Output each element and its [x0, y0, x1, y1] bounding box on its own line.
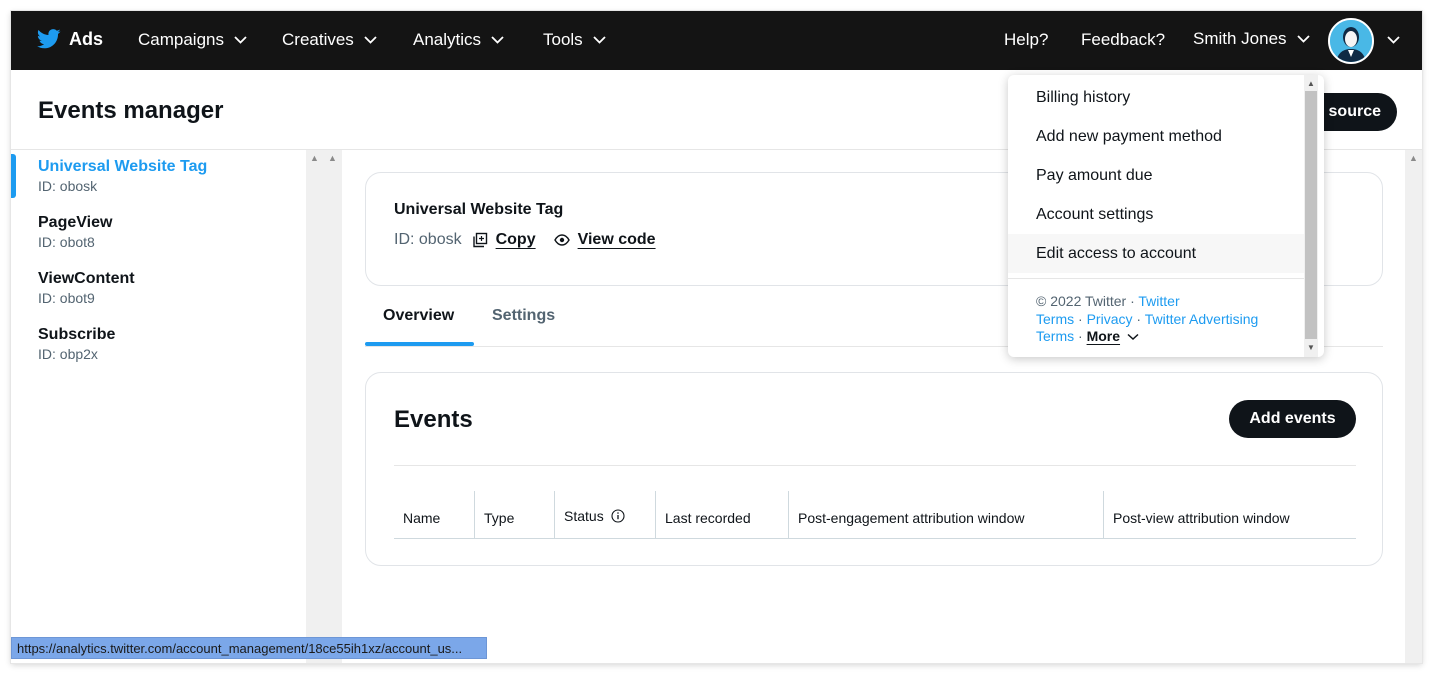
menu-footer: © 2022 Twitter · Twitter Terms · Privacy …: [1036, 293, 1301, 346]
column-header-status[interactable]: Status: [554, 491, 655, 539]
nav-campaigns[interactable]: Campaigns: [138, 30, 247, 50]
sidebar-item-pageview[interactable]: PageView ID: obot8: [38, 214, 112, 250]
sidebar-item-title: ViewContent: [38, 270, 135, 287]
brand[interactable]: Ads: [37, 28, 103, 50]
tab-settings[interactable]: Settings: [492, 307, 555, 325]
menu-item-account-settings[interactable]: Account settings: [1008, 195, 1304, 234]
separator-dot: ·: [1078, 310, 1083, 327]
avatar[interactable]: [1328, 18, 1374, 64]
column-header-post-engagement[interactable]: Post-engagement attribution window: [788, 491, 1103, 539]
twitter-terms-link-part1: Twitter: [1138, 293, 1180, 309]
chevron-down-icon: [1296, 35, 1310, 43]
add-events-button[interactable]: Add events: [1229, 400, 1356, 438]
tag-title: Universal Website Tag: [394, 201, 564, 218]
feedback-link[interactable]: Feedback?: [1081, 30, 1165, 50]
sidebar-item-id: ID: obosk: [38, 178, 98, 194]
active-tab-indicator: [365, 342, 474, 346]
chevron-down-icon: [491, 36, 504, 44]
sidebar-item-id: ID: obot9: [38, 290, 95, 306]
column-header-type[interactable]: Type: [474, 491, 554, 539]
events-title: Events: [394, 406, 473, 433]
column-header-post-view[interactable]: Post-view attribution window: [1103, 491, 1356, 539]
more-link[interactable]: More: [1087, 328, 1120, 344]
tag-id-row: ID: obosk Copy View code: [394, 231, 656, 249]
chevron-down-icon: [364, 36, 377, 44]
nav-creatives[interactable]: Creatives: [282, 30, 377, 50]
tab-overview[interactable]: Overview: [383, 307, 454, 325]
chevron-down-icon[interactable]: [1387, 36, 1400, 44]
nav-tools[interactable]: Tools: [543, 30, 606, 50]
sidebar-item-universal-website-tag[interactable]: Universal Website Tag ID: obosk: [38, 158, 207, 194]
menu-item-pay-amount-due[interactable]: Pay amount due: [1008, 156, 1304, 195]
menu-item-edit-access[interactable]: Edit access to account: [1008, 234, 1304, 273]
menu-item-billing-history[interactable]: Billing history: [1008, 78, 1304, 117]
help-link[interactable]: Help?: [1004, 30, 1048, 50]
user-avatar-icon: [1330, 20, 1372, 62]
account-dropdown-menu: Billing history Add new payment method P…: [1008, 75, 1324, 357]
nav-campaigns-label: Campaigns: [138, 30, 224, 49]
info-icon[interactable]: [611, 509, 625, 523]
page-title: Events manager: [38, 97, 224, 124]
column-header-last-recorded[interactable]: Last recorded: [655, 491, 788, 539]
twitter-bird-icon: [37, 29, 61, 49]
chevron-down-icon[interactable]: [1127, 333, 1139, 341]
sidebar-item-viewcontent[interactable]: ViewContent ID: obot9: [38, 270, 135, 306]
column-header-status-label: Status: [564, 508, 604, 524]
events-table-header: Name Type Status Last recorded Post-enga…: [394, 491, 1356, 539]
scroll-down-icon[interactable]: ▼: [1307, 343, 1315, 352]
sidebar-scrollbar[interactable]: ▲: [306, 150, 324, 663]
brand-label: Ads: [69, 28, 104, 49]
app-window: Ads Campaigns Creatives Analytics Tools …: [11, 11, 1422, 663]
events-card: Events Add events Name Type Status Last …: [365, 372, 1383, 566]
nav-tools-label: Tools: [543, 30, 583, 49]
advertising-terms-link-part1: Twitter Advertising: [1144, 310, 1259, 327]
scroll-up-icon[interactable]: ▲: [1307, 79, 1315, 88]
menu-divider: [1008, 278, 1304, 279]
chevron-down-icon: [234, 36, 247, 44]
privacy-link[interactable]: Privacy: [1087, 311, 1133, 327]
browser-status-bar: https://analytics.twitter.com/account_ma…: [11, 637, 487, 659]
main-scrollbar[interactable]: ▲: [1405, 150, 1422, 663]
separator-dot: ·: [1136, 310, 1142, 327]
main-left-scrollbar[interactable]: ▲: [324, 150, 342, 663]
copy-link[interactable]: Copy: [496, 231, 536, 249]
advertising-terms-link-part2: Terms: [1036, 328, 1075, 344]
sidebar-item-title: Universal Website Tag: [38, 158, 208, 175]
copyright-text: © 2022 Twitter ·: [1036, 293, 1135, 309]
scroll-up-icon[interactable]: ▲: [310, 153, 319, 163]
chevron-down-icon: [593, 36, 606, 44]
nav-creatives-label: Creatives: [282, 30, 354, 49]
tag-id: ID: obosk: [394, 231, 462, 248]
user-menu[interactable]: Smith Jones: [1193, 29, 1310, 49]
nav-analytics[interactable]: Analytics: [413, 30, 504, 50]
scroll-up-icon[interactable]: ▲: [328, 153, 337, 163]
top-nav: Ads Campaigns Creatives Analytics Tools …: [11, 11, 1422, 70]
sidebar-item-title: Subscribe: [38, 326, 116, 343]
view-code-link[interactable]: View code: [578, 231, 656, 249]
twitter-terms-link-part2: Terms: [1036, 310, 1075, 327]
menu-item-add-payment-method[interactable]: Add new payment method: [1008, 117, 1304, 156]
active-indicator: [11, 154, 16, 198]
user-name: Smith Jones: [1193, 29, 1287, 48]
sidebar-item-id: ID: obp2x: [38, 346, 98, 362]
sidebar-item-subscribe[interactable]: Subscribe ID: obp2x: [38, 326, 115, 362]
copy-icon[interactable]: [472, 232, 488, 248]
menu-scrollbar-thumb[interactable]: [1305, 91, 1317, 339]
events-divider: [394, 465, 1356, 466]
column-header-name[interactable]: Name: [394, 491, 474, 539]
separator-dot: ·: [1078, 328, 1083, 344]
sidebar-item-id: ID: obot8: [38, 234, 95, 250]
sidebar-item-title: PageView: [38, 214, 113, 231]
nav-analytics-label: Analytics: [413, 30, 482, 49]
scroll-up-icon[interactable]: ▲: [1409, 153, 1418, 163]
eye-icon[interactable]: [553, 232, 570, 248]
